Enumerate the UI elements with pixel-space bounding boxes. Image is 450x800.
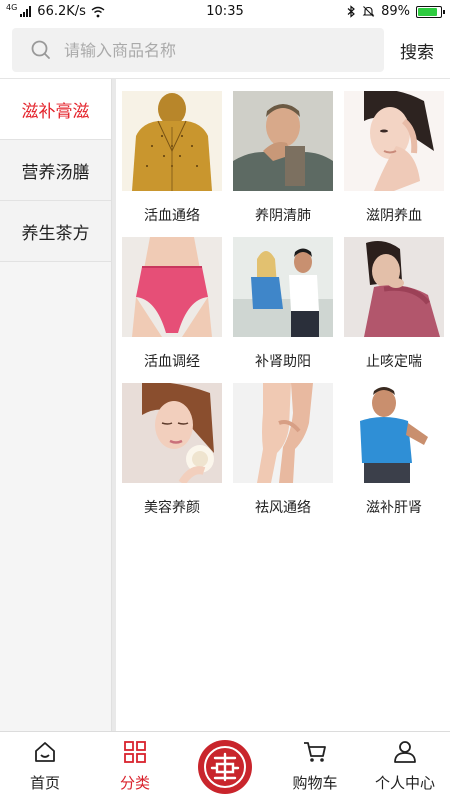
product-card[interactable]: 祛风通络 <box>233 371 333 517</box>
product-label: 滋补肝肾 <box>366 500 422 516</box>
product-label: 止咳定喘 <box>366 354 422 370</box>
product-image-couple <box>233 237 333 337</box>
search-input[interactable] <box>64 28 374 72</box>
product-card[interactable]: 滋阴养血 <box>344 79 444 225</box>
tab-category[interactable]: 分类 <box>90 732 180 800</box>
product-card[interactable]: 补肾助阳 <box>233 225 333 371</box>
product-image-woman-coughing <box>344 237 444 337</box>
product-card[interactable]: 美容养颜 <box>122 371 222 517</box>
product-image-woman-face <box>344 91 444 191</box>
search-header: 搜索 <box>0 24 450 78</box>
user-icon <box>394 741 416 763</box>
sidebar-item-tonic-paste[interactable]: 滋补膏滋 <box>0 79 111 140</box>
tab-label: 购物车 <box>292 774 338 792</box>
tab-label: 首页 <box>29 774 60 792</box>
product-image-man-back-pain <box>344 383 444 483</box>
sidebar-item-health-tea[interactable]: 养生茶方 <box>0 201 111 262</box>
product-label: 活血通络 <box>144 208 200 224</box>
bell-muted-icon <box>362 6 375 17</box>
bluetooth-icon <box>347 5 356 18</box>
product-card[interactable]: 活血通络 <box>122 79 222 225</box>
tab-home[interactable]: 首页 <box>0 732 90 800</box>
product-label: 补肾助阳 <box>255 354 311 370</box>
product-label: 祛风通络 <box>255 500 311 516</box>
product-image-woman-rose <box>122 383 222 483</box>
product-card[interactable]: 养阴清肺 <box>233 79 333 225</box>
search-icon <box>31 40 50 59</box>
battery-percent: 89% <box>381 4 410 19</box>
product-image-knees <box>233 383 333 483</box>
sidebar-item-nutrition-soup[interactable]: 营养汤膳 <box>0 140 111 201</box>
product-card[interactable]: 活血调经 <box>122 225 222 371</box>
cart-icon <box>304 742 326 762</box>
tab-profile[interactable]: 个人中心 <box>360 732 450 800</box>
product-grid: 活血通络 养阴清肺 滋阴养血 活血调经 补肾助阳 止咳定喘 美容养颜 祛风通络 … <box>116 79 450 731</box>
bottom-tab-bar: 首页 分类 购物车 个人中心 <box>0 731 450 800</box>
tab-label: 个人中心 <box>374 774 435 792</box>
product-label: 养阴清肺 <box>255 208 311 224</box>
search-button[interactable]: 搜索 <box>392 28 442 72</box>
home-icon <box>35 742 55 762</box>
tab-cart[interactable]: 购物车 <box>270 732 360 800</box>
brand-logo-button[interactable] <box>198 740 252 794</box>
product-card[interactable]: 止咳定喘 <box>344 225 444 371</box>
product-card[interactable]: 滋补肝肾 <box>344 371 444 517</box>
product-image-acupuncture <box>122 91 222 191</box>
search-box[interactable] <box>12 28 384 72</box>
brand-logo-icon <box>200 742 250 792</box>
battery-fill <box>418 7 437 16</box>
status-bar: 4G 66.2K/s 10:35 89% <box>0 0 450 24</box>
product-image-man-coughing <box>233 91 333 191</box>
product-label: 滋阴养血 <box>366 208 422 224</box>
battery-icon <box>416 5 445 18</box>
product-label: 活血调经 <box>144 354 200 370</box>
category-sidebar: 滋补膏滋 营养汤膳 养生茶方 <box>0 79 112 731</box>
tab-label: 分类 <box>119 774 150 792</box>
grid-icon <box>124 741 146 763</box>
product-image-pink-underwear <box>122 237 222 337</box>
product-label: 美容养颜 <box>144 500 200 516</box>
status-right: 89% <box>346 4 445 19</box>
